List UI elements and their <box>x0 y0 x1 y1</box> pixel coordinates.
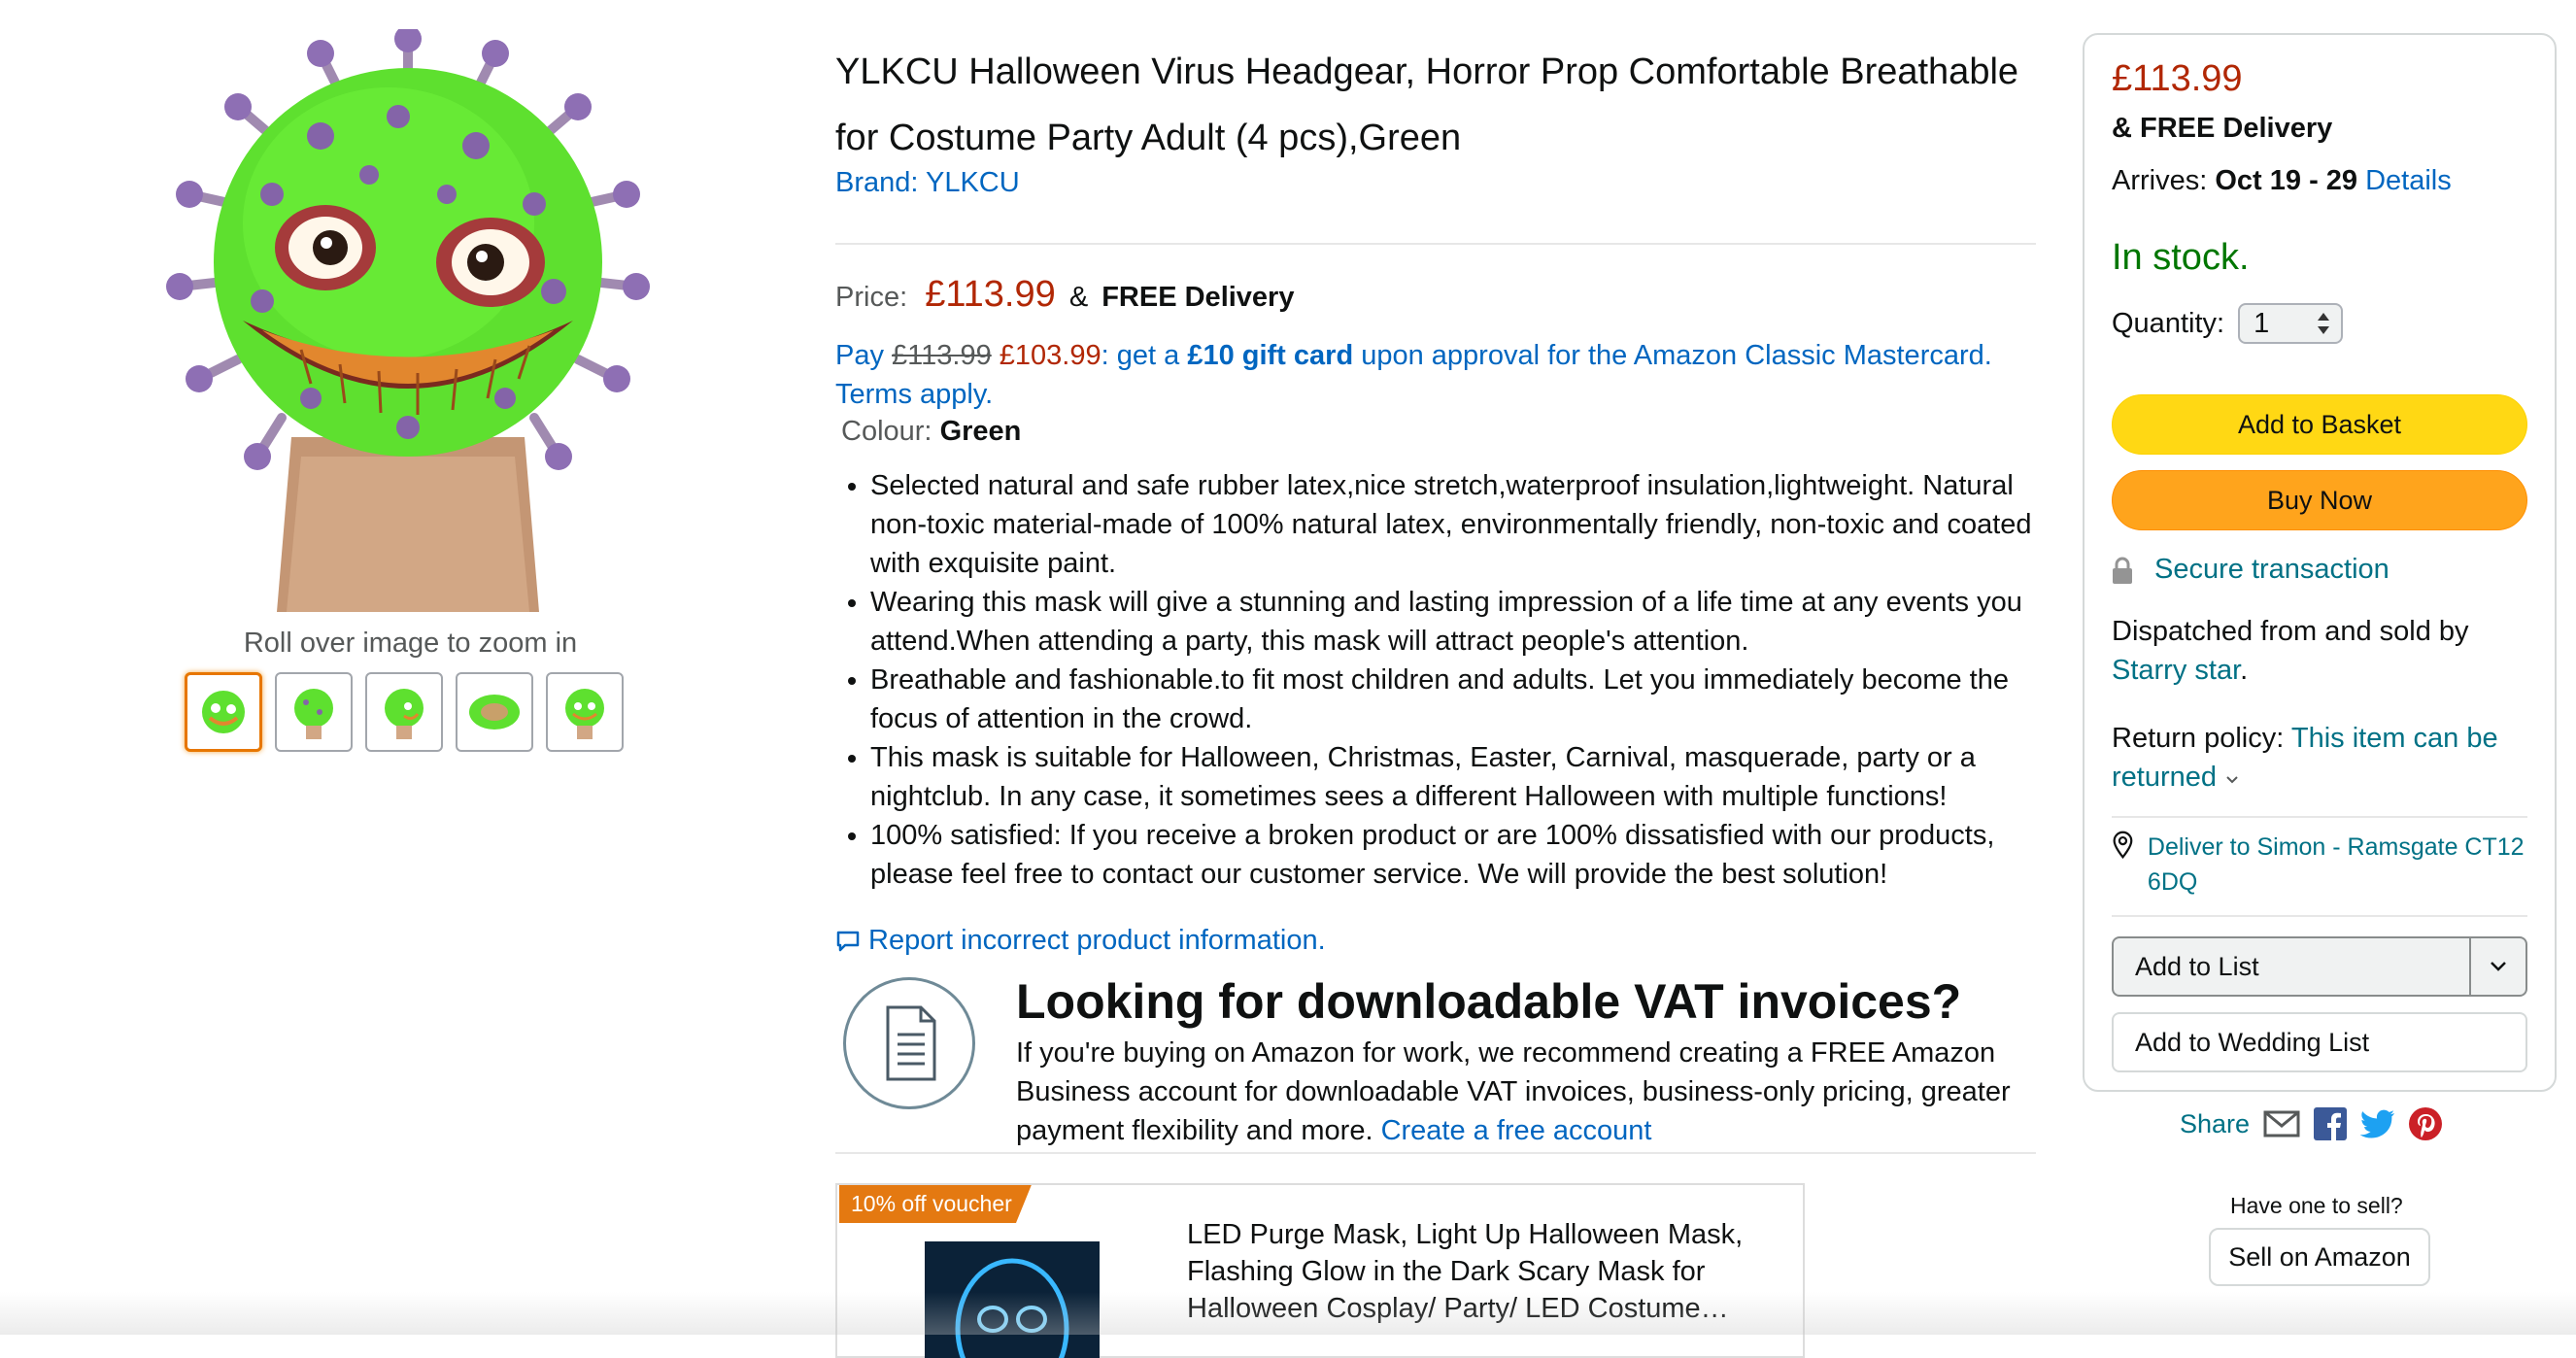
delivery-prefix: & <box>1068 282 1089 313</box>
speech-bubble-icon <box>836 931 860 951</box>
thumbnail-5[interactable] <box>546 672 624 752</box>
create-account-link[interactable]: Create a free account <box>1381 1115 1652 1146</box>
bottom-fade <box>0 1292 2576 1335</box>
quantity-select[interactable]: 1 <box>2238 303 2344 344</box>
voucher-badge: 10% off voucher <box>839 1185 1032 1223</box>
main-product-image[interactable] <box>155 25 661 622</box>
thumbnail-1[interactable] <box>185 672 262 752</box>
arrival-estimate: Arrives: Oct 19 - 29 Details <box>2112 165 2452 197</box>
buybox-delivery-prefix: & <box>2112 113 2132 144</box>
price-label: Price: <box>835 282 908 313</box>
terms-apply-link[interactable]: Terms apply. <box>835 379 993 410</box>
colour-row: Colour: Green <box>841 416 1021 448</box>
divider <box>2112 915 2527 917</box>
deliver-to-row[interactable]: Deliver to Simon - Ramsgate CT12 6DQ <box>2112 830 2529 900</box>
feature-bullet: This mask is suitable for Halloween, Chr… <box>870 738 2065 816</box>
divider <box>835 243 2036 245</box>
feature-bullet: Breathable and fashionable.to fit most c… <box>870 661 2065 738</box>
brand-link[interactable]: Brand: YLKCU <box>835 167 1020 199</box>
pay-old-price: £113.99 <box>892 340 992 371</box>
quantity-value: 1 <box>2254 307 2270 339</box>
add-to-list-button[interactable]: Add to List <box>2112 936 2527 997</box>
pay-prefix: Pay <box>835 340 884 371</box>
sell-on-amazon-button[interactable]: Sell on Amazon <box>2209 1228 2430 1286</box>
add-to-basket-button[interactable]: Add to Basket <box>2112 394 2527 455</box>
chevron-down-icon[interactable] <box>2224 774 2240 786</box>
add-to-list-dropdown[interactable] <box>2469 938 2525 995</box>
secure-transaction-link[interactable]: Secure transaction <box>2154 554 2390 586</box>
zoom-hint: Roll over image to zoom in <box>243 628 578 659</box>
quantity-row: Quantity: 1 <box>2112 303 2344 344</box>
seller-link[interactable]: Starry star <box>2112 655 2240 686</box>
buy-now-button[interactable]: Buy Now <box>2112 470 2527 530</box>
free-delivery-text: FREE Delivery <box>1102 282 1295 313</box>
have-one-to-sell: Have one to sell? <box>2230 1193 2403 1218</box>
add-to-list-label: Add to List <box>2135 951 2259 981</box>
chevron-down-icon <box>2491 962 2506 971</box>
arrives-label: Arrives: <box>2112 165 2208 196</box>
pay-new-price: £103.99 <box>999 340 1102 371</box>
feature-bullet: Selected natural and safe rubber latex,n… <box>870 466 2065 583</box>
location-pin-icon <box>2113 831 2133 860</box>
credit-card-offer[interactable]: Pay £113.99 £103.99: get a £10 gift card… <box>835 336 2040 414</box>
quantity-label: Quantity: <box>2112 307 2225 339</box>
feature-bullets: Selected natural and safe rubber latex,n… <box>837 466 2065 894</box>
deliver-to-address[interactable]: Deliver to Simon - Ramsgate CT12 6DQ <box>2148 830 2529 900</box>
seller-info: Dispatched from and sold by Starry star. <box>2112 612 2520 690</box>
thumbnail-4[interactable] <box>456 672 533 752</box>
price-value: £113.99 <box>925 274 1056 315</box>
dispatch-text: Dispatched from and sold by <box>2112 616 2469 647</box>
share-row: Share <box>2180 1107 2443 1140</box>
stock-status: In stock. <box>2112 237 2250 278</box>
colour-label: Colour: <box>841 416 932 447</box>
return-label: Return policy: <box>2112 723 2285 754</box>
pinterest-share-icon[interactable] <box>2409 1107 2443 1140</box>
secure-transaction-row[interactable]: Secure transaction <box>2112 554 2390 586</box>
vat-body: If you're buying on Amazon for work, we … <box>1016 1034 2017 1150</box>
add-to-wedding-list-button[interactable]: Add to Wedding List <box>2112 1012 2527 1072</box>
divider <box>835 1152 2036 1154</box>
lock-icon <box>2113 557 2132 584</box>
report-info-link[interactable]: Report incorrect product information. <box>835 925 1326 957</box>
buybox-free-delivery: FREE Delivery <box>2140 113 2333 144</box>
pay-mid: : get a <box>1101 340 1180 371</box>
thumbnail-strip <box>185 672 624 752</box>
thumbnail-2[interactable] <box>275 672 353 752</box>
twitter-share-icon[interactable] <box>2360 1109 2395 1138</box>
vat-heading: Looking for downloadable VAT invoices? <box>1016 974 1962 1029</box>
share-label: Share <box>2180 1108 2251 1138</box>
invoice-document-icon <box>843 977 975 1109</box>
buybox-delivery: & FREE Delivery <box>2112 113 2332 145</box>
seller-suffix: . <box>2240 655 2249 686</box>
updown-arrows-icon <box>2318 313 2330 334</box>
email-share-icon[interactable] <box>2263 1109 2300 1138</box>
thumbnail-3[interactable] <box>365 672 443 752</box>
buybox-price: £113.99 <box>2112 58 2243 99</box>
arrives-dates: Oct 19 - 29 <box>2215 165 2358 196</box>
product-title: YLKCU Halloween Virus Headgear, Horror P… <box>835 51 2019 158</box>
price-row: Price: £113.99 & FREE Delivery <box>835 274 1294 316</box>
delivery-details-link[interactable]: Details <box>2365 165 2452 196</box>
feature-bullet: Wearing this mask will give a stunning a… <box>870 583 2065 661</box>
divider <box>2112 816 2527 818</box>
report-info-text: Report incorrect product information. <box>868 925 1326 956</box>
pay-suffix: upon approval for the Amazon Classic Mas… <box>1361 340 1992 371</box>
colour-value: Green <box>939 416 1022 447</box>
feature-bullet: 100% satisfied: If you receive a broken … <box>870 816 2065 894</box>
facebook-share-icon[interactable] <box>2314 1107 2348 1140</box>
return-policy: Return policy: This item can be returned <box>2112 719 2529 797</box>
gift-card-amount: £10 gift card <box>1187 340 1354 371</box>
virus-mask-illustration <box>166 25 650 612</box>
